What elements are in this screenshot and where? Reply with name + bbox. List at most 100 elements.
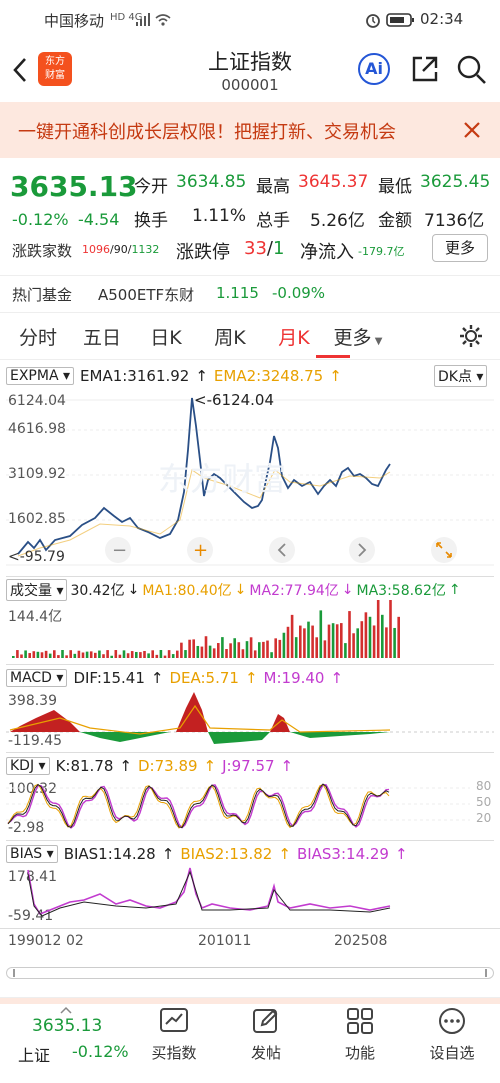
bias-chart[interactable]	[0, 864, 500, 928]
y-label-3: 3109.92	[8, 466, 66, 482]
kdj-chart[interactable]	[0, 776, 500, 838]
y-label-4: 1602.85	[8, 511, 66, 527]
tab-active-indicator	[316, 355, 350, 358]
tab-more-label: 更多	[333, 326, 372, 349]
promo-banner[interactable]: 一键开通科创成长层权限！把握打新、交易机会	[0, 102, 500, 158]
amount-value: 7136亿	[424, 211, 485, 231]
volume-bar	[57, 655, 60, 658]
ai-button[interactable]: Ai	[358, 53, 390, 85]
volume-bar	[389, 600, 392, 658]
volume-bar	[32, 651, 36, 658]
turnover-value: 1.11%	[192, 206, 247, 226]
app-logo: 东方 财富	[38, 52, 72, 86]
volume-bar	[249, 637, 253, 658]
bias-selector[interactable]: BIAS ▾	[6, 845, 58, 863]
banner-text: 一键开通科创成长层权限！把握打新、交易机会	[18, 122, 396, 143]
fund-pct: -0.09%	[272, 284, 326, 302]
close-icon[interactable]	[462, 120, 482, 140]
logo-text-1: 东方	[45, 56, 65, 67]
volume-bar	[294, 637, 298, 658]
price-chart[interactable]: 东方财富 − +	[0, 390, 500, 580]
search-icon[interactable]	[456, 54, 488, 86]
nav-add-watchlist[interactable]: 设自选	[412, 1006, 492, 1063]
nav-price: 3635.13	[32, 1016, 103, 1036]
more-dots-icon	[439, 1008, 465, 1034]
limit-up-count: 33	[244, 238, 267, 259]
macd-dea: DEA:5.71	[169, 669, 239, 687]
volume-bar	[139, 652, 142, 658]
volume-bar	[323, 640, 327, 658]
kdj-label: KDJ	[10, 758, 35, 774]
expand-up-icon[interactable]	[60, 1006, 72, 1014]
kdj-k: K:81.78	[55, 757, 114, 775]
nav-buy-index[interactable]: 买指数	[134, 1006, 214, 1063]
nav-post-label: 发帖	[250, 1044, 281, 1062]
volume-bar	[385, 627, 388, 658]
volume-bar	[397, 616, 400, 658]
fullscreen-button[interactable]	[431, 537, 457, 563]
nav-functions[interactable]: 功能	[320, 1006, 400, 1063]
share-icon[interactable]	[410, 54, 440, 84]
macd-chart[interactable]	[0, 688, 500, 750]
bias1: BIAS1:14.28	[63, 845, 156, 863]
tab-daily[interactable]: 日K	[134, 323, 198, 350]
volume-bar	[331, 623, 335, 658]
y-label-min: <-95.79	[8, 549, 65, 565]
kdj-j: J:97.57	[222, 757, 275, 775]
amount-label: 金额	[378, 211, 412, 231]
volume-bar	[110, 655, 113, 658]
scroll-handle-left[interactable]	[13, 969, 15, 977]
volume-bar	[163, 655, 167, 658]
volume-bar	[48, 653, 52, 658]
fund-price: 1.115	[216, 284, 259, 302]
svg-text:−: −	[112, 540, 127, 561]
open-value: 3634.85	[176, 172, 247, 192]
settings-icon[interactable]	[458, 323, 484, 349]
open-label: 今开	[134, 177, 168, 197]
volume-bar	[327, 624, 331, 658]
ema2-arrow: ↑	[329, 367, 342, 385]
ema1-arrow: ↑	[195, 367, 208, 385]
volume-bar	[299, 625, 302, 658]
volume-bar	[381, 614, 384, 658]
header: 东方 财富 上证指数 000001 Ai	[0, 40, 500, 102]
flat-count: 90	[113, 243, 128, 256]
volume-bar	[245, 641, 249, 658]
divider	[0, 275, 500, 276]
kdj-selector[interactable]: KDJ ▾	[6, 757, 50, 775]
period-tabs: 分时 五日 日K 周K 月K 更多 ▼	[0, 312, 500, 360]
tab-more[interactable]: 更多 ▼	[326, 323, 390, 350]
volume-bar	[53, 650, 56, 658]
macd-m: M:19.40	[263, 669, 325, 687]
range-scrollbar[interactable]	[6, 967, 494, 979]
volume-bar	[155, 654, 159, 658]
volume-bar	[135, 651, 138, 658]
macd-selector[interactable]: MACD ▾	[6, 669, 68, 687]
volume-label: 成交量	[10, 583, 52, 599]
fund-name[interactable]: A500ETF东财	[98, 284, 194, 305]
x-label-start: 199012	[8, 933, 62, 949]
volume-bar	[348, 611, 351, 658]
volume-bar	[77, 650, 81, 658]
more-button[interactable]: 更多	[432, 234, 488, 262]
volume-bar	[364, 612, 368, 658]
tab-weekly[interactable]: 周K	[198, 323, 262, 350]
scroll-right-button[interactable]	[349, 537, 375, 563]
dk-toggle[interactable]: DK点 ▾	[434, 365, 488, 387]
tab-five-day[interactable]: 五日	[70, 323, 134, 350]
back-icon[interactable]	[10, 56, 30, 84]
volume-bar	[196, 645, 200, 658]
indicator-selector[interactable]: EXPMA ▾	[6, 367, 75, 385]
volume-bar	[106, 650, 109, 658]
nav-post[interactable]: 发帖	[226, 1006, 306, 1063]
low-label: 最低	[378, 177, 412, 197]
volume-chart[interactable]	[0, 600, 500, 662]
volume-bar	[171, 654, 175, 658]
tab-intraday[interactable]: 分时	[6, 323, 70, 350]
volume-selector[interactable]: 成交量 ▾	[6, 579, 68, 601]
scroll-handle-right[interactable]	[485, 969, 487, 977]
scroll-left-button[interactable]	[269, 537, 295, 563]
volume-bar	[200, 646, 204, 658]
tab-monthly[interactable]: 月K	[262, 323, 326, 350]
ema2-value: EMA2:3248.75	[213, 367, 324, 385]
